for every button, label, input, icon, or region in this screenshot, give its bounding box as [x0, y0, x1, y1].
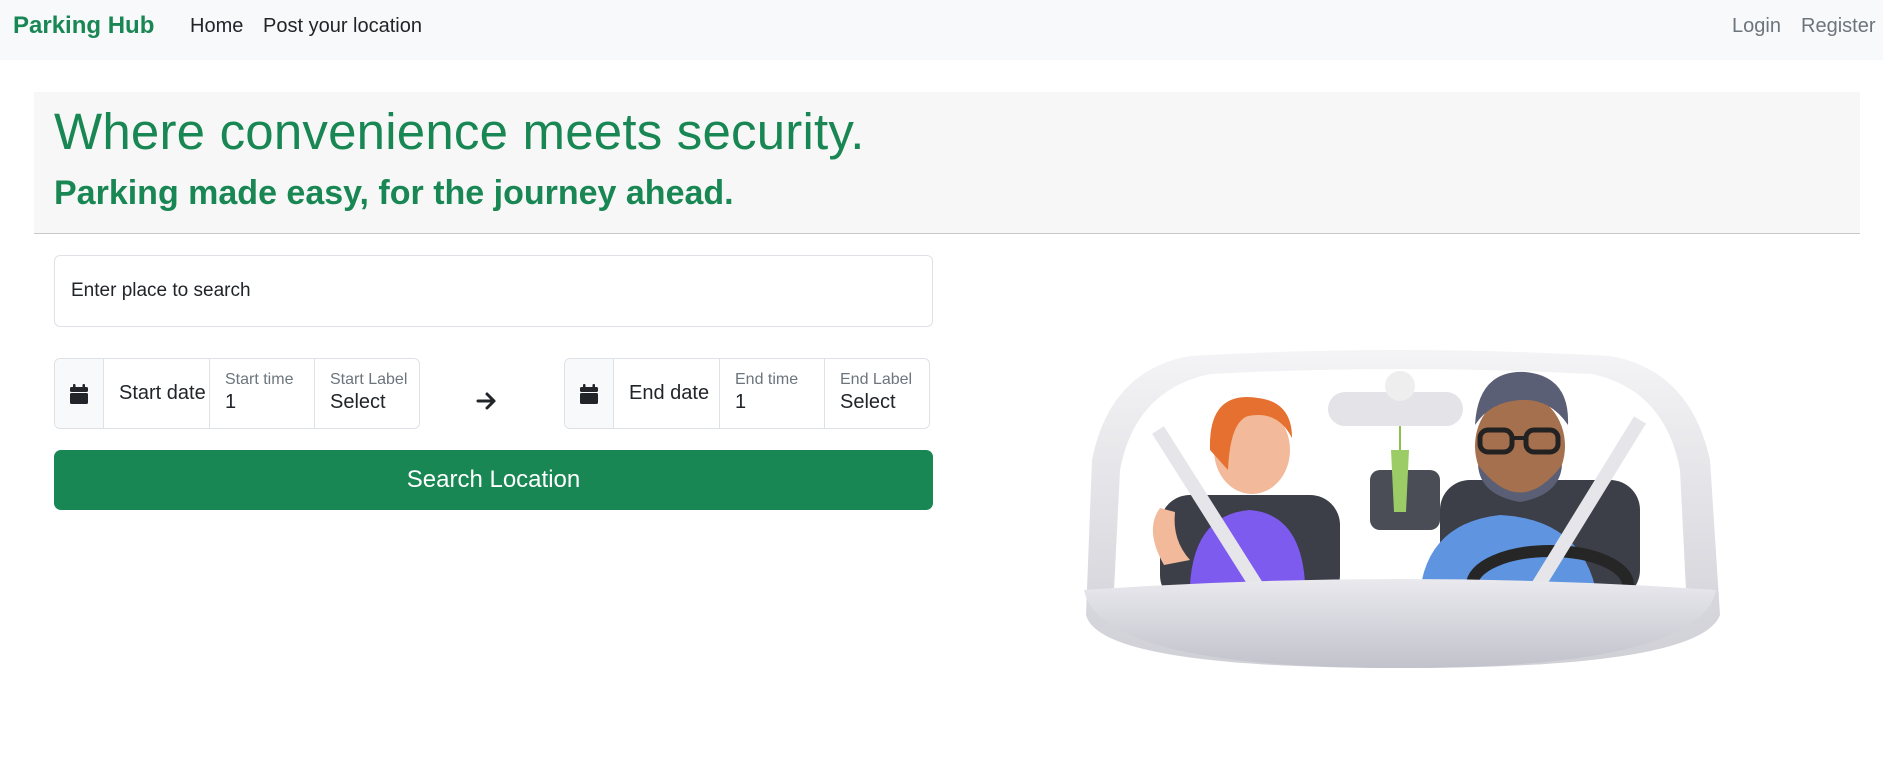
end-time-field[interactable]: End time 1	[720, 359, 825, 428]
start-label-label: Start Label	[330, 371, 408, 388]
start-datetime-group: Start date Start time 1 Start Label Sele…	[54, 358, 420, 429]
start-time-field[interactable]: Start time 1	[210, 359, 315, 428]
start-label-select[interactable]: Start Label Select	[315, 359, 419, 428]
end-time-label: End time	[735, 371, 799, 388]
hero-subtitle: Parking made easy, for the journey ahead…	[54, 174, 734, 212]
search-location-button[interactable]: Search Location	[54, 450, 933, 510]
end-time-value: 1	[735, 391, 747, 413]
start-label-value: Select	[330, 391, 386, 413]
place-search-input[interactable]	[54, 255, 933, 327]
hero-title: Where convenience meets security.	[54, 103, 865, 160]
end-calendar-button[interactable]	[565, 359, 614, 428]
calendar-icon	[70, 383, 88, 404]
start-date-field[interactable]: Start date	[104, 359, 210, 428]
navbar: Parking Hub Home Post your location Logi…	[0, 0, 1883, 60]
nav-register[interactable]: Register	[1801, 15, 1875, 38]
hero-banner: Where convenience meets security. Parkin…	[34, 92, 1860, 234]
nav-home[interactable]: Home	[190, 15, 243, 38]
calendar-icon	[580, 383, 598, 404]
start-time-value: 1	[225, 391, 237, 413]
car-passengers-illustration	[1084, 350, 1720, 668]
nav-login[interactable]: Login	[1732, 15, 1781, 38]
end-label-select[interactable]: End Label Select	[825, 359, 929, 428]
arrow-right-icon	[476, 392, 496, 410]
start-time-label: Start time	[225, 371, 294, 388]
nav-post-location[interactable]: Post your location	[263, 15, 422, 38]
brand-logo[interactable]: Parking Hub	[13, 12, 154, 40]
start-calendar-button[interactable]	[55, 359, 104, 428]
end-label-label: End Label	[840, 371, 913, 388]
end-datetime-group: End date End time 1 End Label Select	[564, 358, 930, 429]
end-date-field[interactable]: End date	[614, 359, 720, 428]
end-label-value: Select	[840, 391, 896, 413]
